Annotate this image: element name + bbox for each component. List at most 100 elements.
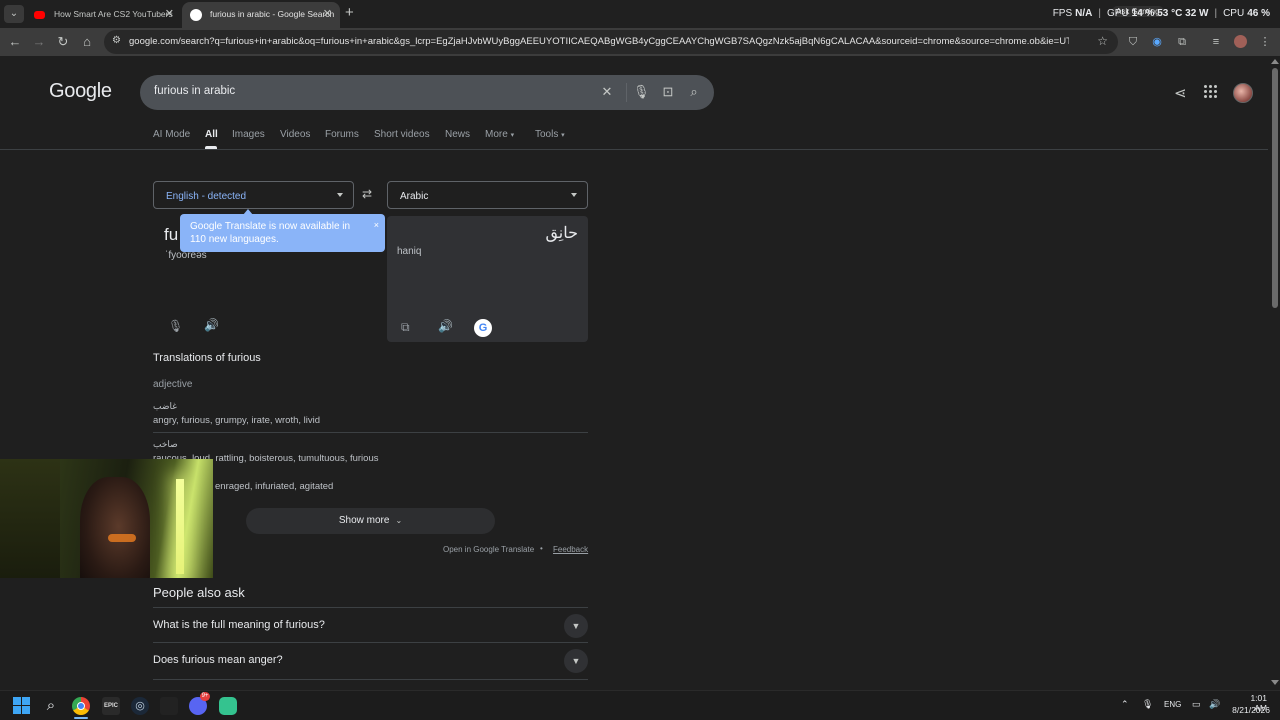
paa-question[interactable]: Does furious mean anger? ▼ [153,642,588,677]
profile-avatar-small[interactable] [1234,35,1247,48]
address-bar[interactable]: ⚙ google.com/search?q=furious+in+arabic&… [104,30,1118,54]
account-avatar[interactable] [1233,83,1253,103]
active-app-indicator [74,717,88,719]
page-scrollbar[interactable] [1270,56,1280,690]
tab-tools[interactable]: Tools ▾ [535,129,565,140]
youtube-favicon-icon [34,11,45,19]
lens-icon[interactable]: ⊡ [660,84,676,100]
copy-icon[interactable]: ⧉ [401,320,410,335]
new-tab-icon[interactable]: + [345,4,354,21]
app-green-icon[interactable] [219,697,237,715]
url-text[interactable]: google.com/search?q=furious+in+arabic&oq… [129,36,1069,47]
input-language[interactable]: ENG [1164,700,1181,709]
home-icon[interactable]: ⌂ [79,34,95,50]
translation-arabic: صاخب [153,439,178,449]
paa-question[interactable]: What is the full meaning of furious? ▼ [153,607,588,642]
translation-entry: صاخب raucous, loud, rattling, boisterous… [153,439,588,464]
tab-strip: ⌄ How Smart Are CS2 YouTubers ✕ furious … [0,0,1280,28]
webcam-lamp [176,479,184,574]
show-more-label: Show more [338,515,390,526]
shield-extension-icon[interactable]: ⛉ [1126,35,1140,49]
site-info-icon[interactable]: ⚙ [112,35,124,49]
translation-synonyms: enraged, infuriated, agitated [215,481,334,492]
tab-ai-mode[interactable]: AI Mode [153,129,190,140]
webcam-glasses [108,534,136,542]
google-apps-icon[interactable] [1204,85,1218,99]
tab-news[interactable]: News [445,129,470,140]
chevron-down-icon[interactable]: ▼ [564,649,588,673]
chrome-menu-icon[interactable]: ⋮ [1258,35,1272,49]
tab-videos[interactable]: Videos [280,129,310,140]
share-icon[interactable]: ⋖ [1174,84,1187,102]
network-icon[interactable]: ▭ [1192,699,1201,710]
scroll-thumb[interactable] [1272,68,1278,308]
taskbar-search-icon[interactable]: ⌕ [42,697,60,715]
paa-question-text: Does furious mean anger? [153,654,283,666]
forward-icon[interactable]: → [31,34,47,50]
tab-tools-label: Tools [535,129,559,140]
tab-search-icon[interactable]: ⌄ [4,5,24,23]
clock-date[interactable]: 8/21/2026 [1226,705,1270,715]
tab-all[interactable]: All [205,129,218,140]
tray-microphone-icon[interactable]: 🎙 [1142,699,1153,710]
tab-forums[interactable]: Forums [325,129,359,140]
speaker-icon[interactable]: 🔊 [438,319,453,333]
translation-synonyms: raucous, loud, rattling, boisterous, tum… [153,453,379,464]
clear-icon[interactable]: ✕ [599,84,615,100]
tab-short-videos[interactable]: Short videos [374,129,430,140]
tab-title: furious in arabic - Google Search [210,9,335,19]
voice-search-icon[interactable]: 🎙 [633,84,650,100]
chrome-app-icon[interactable] [72,697,90,715]
back-icon[interactable]: ← [7,34,23,50]
scroll-down-icon[interactable] [1271,680,1279,685]
tab-title: How Smart Are CS2 YouTubers [54,9,173,19]
swap-languages-icon[interactable]: ⇄ [362,187,372,201]
webcam-person [80,477,150,578]
extensions-puzzle-icon[interactable]: ⧉ [1175,35,1189,49]
steam-icon[interactable]: ◎ [131,697,149,715]
people-also-ask-heading: People also ask [153,585,245,600]
search-icon[interactable]: ⌕ [686,84,702,100]
tab-images[interactable]: Images [232,129,265,140]
feedback-link[interactable]: Feedback [553,545,588,554]
google-logo[interactable]: Google [49,80,112,103]
extension-icon[interactable]: ◉ [1150,35,1164,49]
tray-overflow-icon[interactable]: ⌃ [1121,699,1129,710]
reading-list-icon[interactable]: ≡ [1209,35,1223,49]
tab-more[interactable]: More ▾ [485,129,514,140]
dropdown-caret-icon [571,193,577,197]
speaker-icon[interactable]: 🔊 [204,318,219,332]
translation-entry: غاضب angry, furious, grumpy, irate, wrot… [153,401,588,426]
gpu-label: GPU [1106,8,1129,19]
target-language-select[interactable]: Arabic [387,181,588,209]
google-favicon-icon [190,9,202,21]
scroll-up-icon[interactable] [1271,59,1279,64]
part-of-speech: adjective [153,379,193,390]
source-text[interactable]: fu [164,225,178,245]
bookmark-star-icon[interactable]: ☆ [1097,34,1108,48]
source-language-select[interactable]: English - detected [153,181,354,209]
tab-google-search[interactable]: furious in arabic - Google Search ✕ [182,2,340,28]
reload-icon[interactable]: ↻ [55,34,71,50]
webcam-chair [0,459,60,578]
search-input[interactable] [154,85,594,97]
windows-taskbar: ⌕ EPIC ◎ [0,690,1280,720]
app-icon[interactable] [160,697,178,715]
microphone-icon[interactable]: 🎙 [168,319,183,333]
volume-icon[interactable]: 🔊 [1209,699,1220,710]
tab-youtube[interactable]: How Smart Are CS2 YouTubers ✕ [26,2,182,28]
close-tab-icon[interactable]: ✕ [323,2,332,26]
epic-games-icon[interactable]: EPIC [102,697,120,715]
chevron-down-icon[interactable]: ▼ [564,614,588,638]
translation-arabic: غاضب [153,401,177,411]
show-more-button[interactable]: Show more ⌄ [246,508,495,534]
windows-start-icon[interactable] [13,697,31,715]
translate-tooltip: Google Translate is now available in 110… [180,214,385,252]
gpu-value: 14 % 53 °C 32 W [1131,8,1209,19]
open-in-translate-link[interactable]: Open in Google Translate [443,545,534,554]
google-g-icon[interactable]: G [474,319,492,337]
close-tab-icon[interactable]: ✕ [165,2,174,26]
fps-value: N/A [1075,8,1093,19]
close-icon[interactable]: × [374,219,379,232]
tooltip-text: Google Translate is now available in 110… [190,221,351,245]
